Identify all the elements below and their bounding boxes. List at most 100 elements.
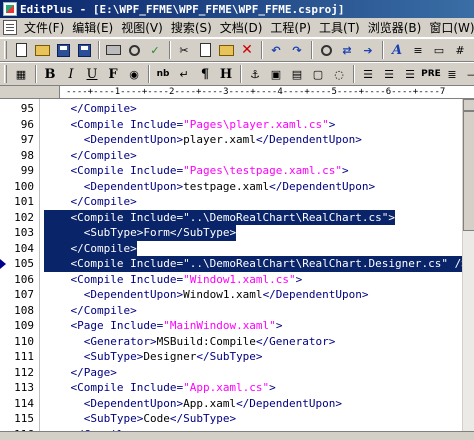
goto-button[interactable]: ➔ — [358, 40, 378, 60]
save-button[interactable] — [53, 40, 73, 60]
italic-button[interactable]: I — [61, 64, 81, 84]
menu-edit[interactable]: 编辑(E) — [68, 19, 117, 37]
image-button[interactable]: ▣ — [266, 64, 286, 84]
menu-view[interactable]: 视图(V) — [117, 19, 167, 37]
code-line[interactable]: 97 <DependentUpon>player.xaml</Dependent… — [0, 132, 462, 148]
code-line[interactable]: 108 </Compile> — [0, 303, 462, 319]
window-titlebar[interactable]: EditPlus - [E:\WPF_FFME\WPF_FFME\WPF_FFM… — [0, 0, 474, 18]
save-all-button[interactable] — [74, 40, 94, 60]
code-line[interactable]: 114 <DependentUpon>App.xaml</DependentUp… — [0, 396, 462, 412]
table-icon: ▤ — [291, 67, 303, 81]
code-text: </Compile> — [44, 194, 136, 210]
code-token: </SubType> — [169, 226, 237, 239]
bold-button[interactable]: B — [40, 64, 60, 84]
menu-project[interactable]: 工程(P) — [266, 19, 315, 37]
undo-button[interactable]: ↶ — [266, 40, 286, 60]
vertical-scrollbar[interactable] — [462, 99, 474, 431]
pre-button[interactable]: PRE — [421, 64, 441, 84]
font-tag-button[interactable]: F — [103, 64, 123, 84]
menu-browser[interactable]: 浏览器(B) — [364, 19, 426, 37]
menu-tools[interactable]: 工具(T) — [315, 19, 364, 37]
scroll-up-arrow[interactable] — [463, 99, 474, 111]
table-button[interactable]: ▤ — [287, 64, 307, 84]
heading-button[interactable]: H — [216, 64, 236, 84]
code-line[interactable]: 112 </Page> — [0, 365, 462, 381]
find-icon — [320, 44, 332, 56]
code-token: > — [388, 210, 396, 224]
toolbar-separator — [382, 41, 384, 59]
list-button[interactable]: ≣ — [442, 64, 462, 84]
code-token: "Pages\testpage.xaml.cs" — [183, 164, 343, 177]
line-number-button[interactable]: # — [450, 40, 470, 60]
redo-button[interactable]: ↷ — [287, 40, 307, 60]
align-right-button[interactable]: ☰ — [400, 64, 420, 84]
align-left-button[interactable]: ☰ — [358, 64, 378, 84]
code-token: > — [295, 272, 303, 286]
comment-button[interactable]: ◌ — [329, 64, 349, 84]
open-folder-icon — [34, 44, 50, 56]
br-button[interactable]: ↵ — [174, 64, 194, 84]
hr-button[interactable]: ― — [463, 64, 474, 84]
anchor-button[interactable]: ⚓ — [245, 64, 265, 84]
horizontal-scrollbar[interactable] — [0, 431, 474, 440]
ruler-button[interactable]: ▭ — [429, 40, 449, 60]
delete-button[interactable]: ✕ — [237, 40, 257, 60]
toolbar-separator — [98, 41, 100, 59]
code-line[interactable]: 107 <DependentUpon>Window1.xaml</Depende… — [0, 287, 462, 303]
line-number: 113 — [14, 381, 34, 394]
code-line[interactable]: 103 <SubType>Form</SubType> — [0, 225, 462, 241]
print-preview-icon — [128, 44, 140, 56]
copy-button[interactable] — [195, 40, 215, 60]
print-preview-button[interactable] — [124, 40, 144, 60]
paste-button[interactable] — [216, 40, 236, 60]
code-line[interactable]: 95 </Compile> — [0, 101, 462, 117]
line-number: 107 — [14, 288, 34, 301]
nbsp-button[interactable]: nb — [153, 64, 173, 84]
align-center-button[interactable]: ☰ — [379, 64, 399, 84]
code-line[interactable]: 99 <Compile Include="Pages\testpage.xaml… — [0, 163, 462, 179]
spell-check-button[interactable]: ✓ — [145, 40, 165, 60]
menu-document[interactable]: 文档(D) — [216, 19, 267, 37]
code-line[interactable]: 105 <Compile Include="..\DemoRealChart\R… — [0, 256, 462, 272]
code-line[interactable]: 104 </Compile> — [0, 240, 462, 256]
paragraph-button[interactable]: ¶ — [195, 64, 215, 84]
code-text: <DependentUpon>testpage.xaml</DependentU… — [44, 179, 375, 195]
new-file-button[interactable] — [11, 40, 31, 60]
code-line[interactable]: 110 <Generator>MSBuild:Compile</Generato… — [0, 334, 462, 350]
toolbar-grip[interactable] — [4, 65, 7, 83]
code-line[interactable]: 98 </Compile> — [0, 148, 462, 164]
find-button[interactable] — [316, 40, 336, 60]
menu-file[interactable]: 文件(F) — [20, 19, 68, 37]
code-line[interactable]: 100 <DependentUpon>testpage.xaml</Depend… — [0, 179, 462, 195]
code-editor[interactable]: 95 </Compile> 96 <Compile Include="Pages\… — [0, 99, 462, 431]
color-button[interactable]: ◉ — [124, 64, 144, 84]
font-button[interactable]: A — [387, 40, 407, 60]
code-line[interactable]: 96 <Compile Include="Pages\player.xaml.c… — [0, 117, 462, 133]
menu-search[interactable]: 搜索(S) — [167, 19, 216, 37]
menu-window[interactable]: 窗口(W) — [425, 19, 474, 37]
html-insert-button[interactable]: ▦ — [11, 64, 31, 84]
line-number: 104 — [14, 241, 34, 255]
cut-button[interactable]: ✂ — [174, 40, 194, 60]
code-token: Code — [143, 412, 170, 425]
code-text: <Compile Include="Pages\player.xaml.cs"> — [44, 117, 335, 133]
code-line[interactable]: 109 <Page Include="MainWindow.xaml"> — [0, 318, 462, 334]
code-line[interactable]: 111 <SubType>Designer</SubType> — [0, 349, 462, 365]
document-icon[interactable] — [3, 20, 17, 35]
open-file-button[interactable] — [32, 40, 52, 60]
code-line[interactable]: 102 <Compile Include="..\DemoRealChart\R… — [0, 209, 462, 225]
scroll-thumb[interactable] — [463, 111, 474, 231]
word-wrap-button[interactable]: ≡ — [408, 40, 428, 60]
code-line[interactable]: 113 <Compile Include="App.xaml.cs"> — [0, 380, 462, 396]
print-button[interactable] — [103, 40, 123, 60]
toolbar-grip[interactable] — [4, 41, 7, 59]
underline-button[interactable]: U — [82, 64, 102, 84]
code-token: > — [328, 117, 336, 131]
form-button[interactable]: ▢ — [308, 64, 328, 84]
code-token: "MainWindow.xaml" — [163, 319, 276, 332]
code-line[interactable]: 115 <SubType>Code</SubType> — [0, 411, 462, 427]
replace-button[interactable]: ⇄ — [337, 40, 357, 60]
code-line[interactable]: 106 <Compile Include="Window1.xaml.cs"> — [0, 272, 462, 288]
code-line[interactable]: 101 </Compile> — [0, 194, 462, 210]
code-token: </Compile> — [44, 303, 137, 317]
